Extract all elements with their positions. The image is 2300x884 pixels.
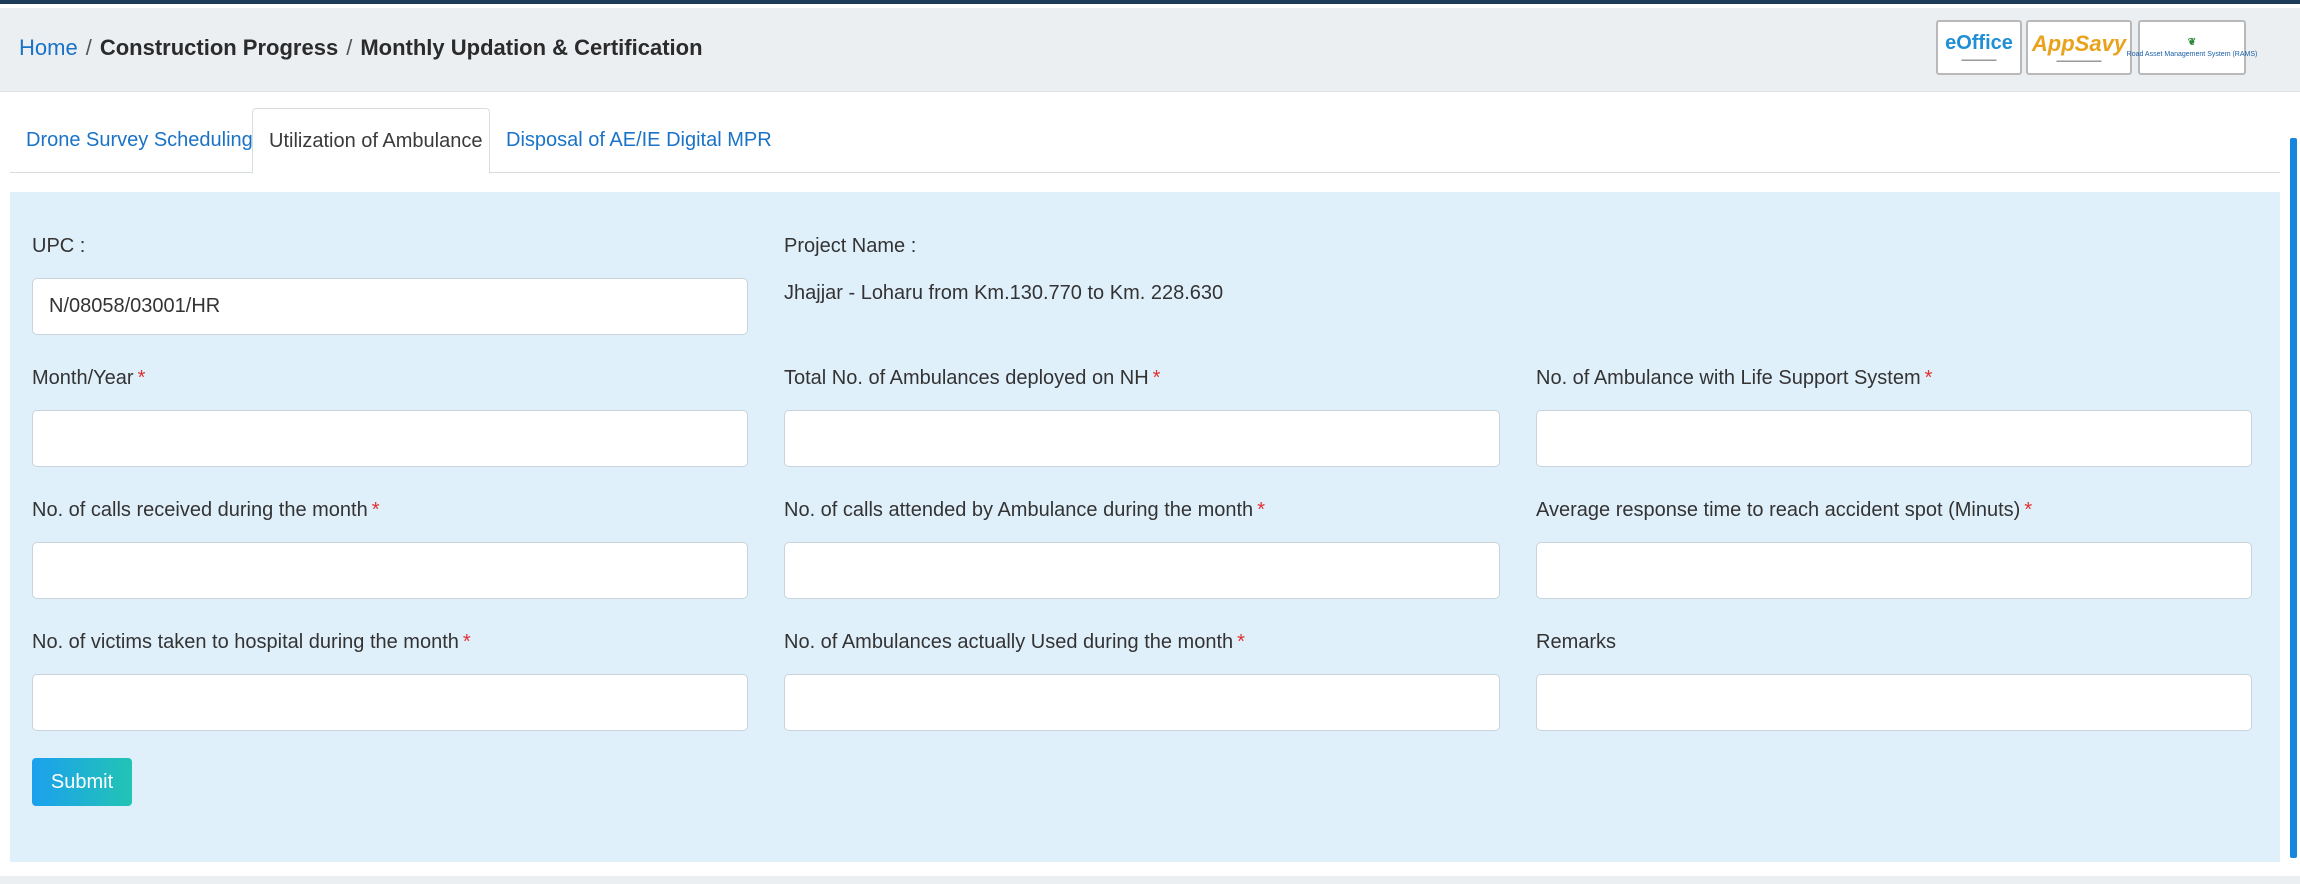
breadcrumb-separator: /: [85, 35, 92, 60]
appsavy-logo[interactable]: AppSavy ▬▬▬▬▬▬▬▬▬: [2026, 20, 2132, 75]
calls-attended-label: No. of calls attended by Ambulance durin…: [784, 497, 1265, 523]
rams-leaf-icon: ❦: [2187, 37, 2197, 48]
avg-response-label-text: Average response time to reach accident …: [1536, 499, 2021, 521]
breadcrumb-construction-progress[interactable]: Construction Progress: [100, 35, 338, 60]
eoffice-logo-tagline: ▬▬▬▬▬▬▬: [1961, 57, 1997, 63]
required-marker: *: [462, 631, 471, 653]
victims-label: No. of victims taken to hospital during …: [32, 629, 471, 655]
ambulances-used-label: No. of Ambulances actually Used during t…: [784, 629, 1245, 655]
total-ambulances-label-text: Total No. of Ambulances deployed on NH: [784, 367, 1149, 389]
tab-disposal-of-ae-ie-digital-mpr[interactable]: Disposal of AE/IE Digital MPR: [490, 108, 788, 173]
required-marker: *: [1257, 499, 1265, 521]
project-name-label: Project Name :: [784, 235, 917, 257]
total-ambulances-input[interactable]: [784, 410, 1500, 467]
remarks-label: Remarks: [1536, 631, 1617, 653]
calls-received-label-text: No. of calls received during the month: [32, 499, 368, 521]
appsavy-logo-tagline: ▬▬▬▬▬▬▬▬▬: [2056, 58, 2102, 64]
appsavy-logo-text: AppSavy: [2031, 31, 2127, 56]
life-support-label-text: No. of Ambulance with Life Support Syste…: [1536, 367, 1921, 389]
upc-label: UPC :: [32, 235, 86, 257]
life-support-input[interactable]: [1536, 410, 2252, 467]
required-marker: *: [137, 367, 146, 389]
ambulances-used-label-text: No. of Ambulances actually Used during t…: [784, 631, 1234, 653]
vertical-scrollbar[interactable]: [2290, 138, 2297, 858]
ambulance-form-panel: UPC : N/08058/03001/HR Project Name : Jh…: [10, 192, 2280, 862]
remarks-input[interactable]: [1536, 674, 2252, 731]
calls-received-input[interactable]: [32, 542, 748, 599]
rams-logo-text: Road Asset Management System (RAMS): [2126, 51, 2258, 58]
submit-button[interactable]: Submit: [32, 758, 132, 806]
project-name-value: Jhajjar - Loharu from Km.130.770 to Km. …: [784, 282, 1224, 304]
victims-input[interactable]: [32, 674, 748, 731]
calls-attended-input[interactable]: [784, 542, 1500, 599]
total-ambulances-label: Total No. of Ambulances deployed on NH *: [784, 365, 1160, 391]
tab-bar: Drone Survey Scheduling Utilization of A…: [10, 108, 2280, 174]
top-border: [0, 0, 2300, 4]
month-year-label: Month/Year *: [32, 365, 145, 391]
calls-received-label: No. of calls received during the month *: [32, 497, 380, 523]
breadcrumb-current-page: Monthly Updation & Certification: [360, 35, 703, 60]
life-support-label: No. of Ambulance with Life Support Syste…: [1536, 365, 1932, 391]
page-header: Home / Construction Progress / Monthly Updat…: [0, 8, 2300, 92]
required-marker: *: [1237, 631, 1245, 653]
required-marker: *: [1924, 367, 1933, 389]
required-marker: *: [1152, 367, 1161, 389]
tab-drone-survey-scheduling[interactable]: Drone Survey Scheduling: [10, 108, 269, 173]
rams-logo[interactable]: ❦ Road Asset Management System (RAMS): [2127, 20, 2257, 75]
month-year-input[interactable]: [32, 410, 748, 467]
required-marker: *: [2024, 499, 2033, 521]
breadcrumb: Home / Construction Progress / Monthly Updat…: [19, 34, 703, 62]
ambulances-used-input[interactable]: [784, 674, 1500, 731]
avg-response-label: Average response time to reach accident …: [1536, 497, 2032, 523]
eoffice-logo[interactable]: eOffice ▬▬▬▬▬▬▬: [1936, 20, 2022, 75]
upc-input[interactable]: N/08058/03001/HR: [32, 278, 748, 335]
avg-response-input[interactable]: [1536, 542, 2252, 599]
tab-utilization-of-ambulance[interactable]: Utilization of Ambulance: [252, 108, 490, 174]
eoffice-logo-text: eOffice: [1945, 32, 2013, 54]
bottom-strip: [0, 876, 2300, 884]
breadcrumb-separator: /: [346, 35, 353, 60]
victims-label-text: No. of victims taken to hospital during …: [32, 631, 459, 653]
required-marker: *: [371, 499, 380, 521]
calls-attended-label-text: No. of calls attended by Ambulance durin…: [784, 499, 1254, 521]
breadcrumb-home-link[interactable]: Home: [19, 35, 78, 60]
month-year-label-text: Month/Year: [32, 367, 134, 389]
